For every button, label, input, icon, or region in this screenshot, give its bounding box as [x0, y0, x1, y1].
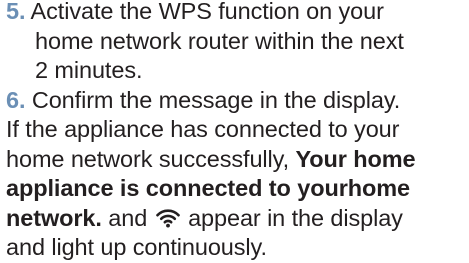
step-6-number: 6.	[6, 86, 26, 113]
step-5-line-1: 5. Activate the WPS function on your	[6, 0, 468, 27]
step-5-text-1: Activate the WPS function on your	[30, 0, 384, 24]
step-6-line-1: 6. Confirm the message in the display.	[6, 86, 468, 116]
step-6-line-3: home network successfully, Your home	[6, 145, 468, 175]
wifi-icon	[155, 208, 180, 228]
step-6-text-5-bold: network.	[6, 204, 102, 231]
step-6-line-5: network. and appear in the display	[6, 204, 468, 234]
step-5-number: 5.	[6, 0, 26, 24]
instruction-text: 5. Activate the WPS function on your hom…	[6, 0, 468, 263]
step-6-text-5-rest: appear in the display	[188, 204, 403, 231]
step-6-text-1: Confirm the message in the display.	[31, 86, 401, 113]
step-6-text-3-bold: Your home	[295, 145, 416, 172]
step-6-text-4-bold: appliance is connected to yourhome	[6, 175, 411, 201]
step-6-text-2: If the appliance has connected to your	[6, 116, 400, 142]
step-5-text-2: home network router within the next	[35, 27, 404, 54]
step-6-text-5-and: and	[108, 204, 148, 231]
step-5-text-3: 2 minutes.	[35, 57, 143, 83]
step-6-text-3-plain: home network successfully,	[6, 145, 289, 172]
